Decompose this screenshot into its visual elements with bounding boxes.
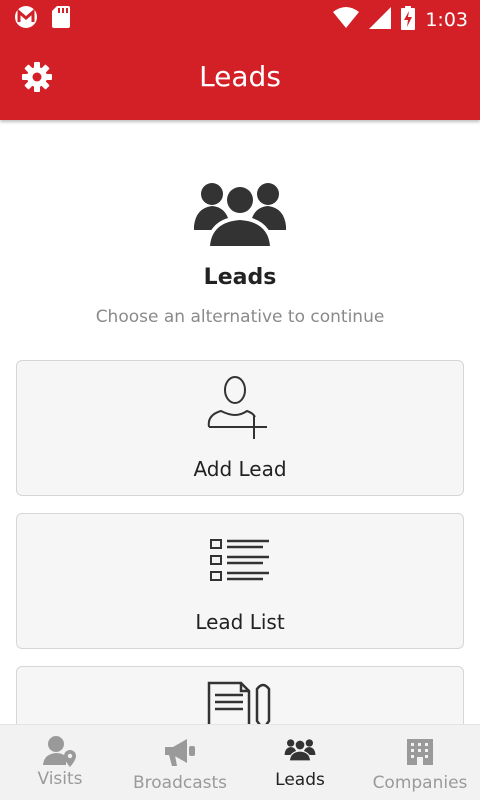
add-user-icon (205, 375, 275, 445)
wifi-icon (333, 7, 360, 33)
nav-leads-label: Leads (275, 770, 325, 790)
building-icon (405, 737, 435, 769)
leads-screen: 1:03 Leads Leads Choose an alternative t… (0, 0, 480, 800)
status-left-icons (14, 6, 70, 32)
add-lead-card[interactable]: Add Lead (16, 360, 464, 496)
megaphone-icon (163, 737, 197, 771)
lead-list-card[interactable]: Lead List (16, 513, 464, 649)
status-time: 1:03 (425, 9, 468, 31)
app-bar: Leads (0, 38, 480, 120)
signal-icon (369, 7, 392, 33)
battery-charging-icon (401, 6, 416, 34)
nav-companies-label: Companies (372, 773, 468, 793)
list-icon (209, 538, 271, 590)
nav-visits[interactable]: Visits (0, 725, 120, 800)
person-location-icon (43, 735, 77, 771)
section-subtitle: Choose an alternative to continue (95, 307, 385, 327)
nav-broadcasts[interactable]: Broadcasts (120, 725, 240, 800)
page-title: Leads (199, 60, 281, 93)
nav-broadcasts-label: Broadcasts (132, 773, 228, 793)
group-icon (192, 176, 288, 248)
status-right-icons: 1:03 (333, 6, 468, 34)
status-bar: 1:03 (0, 0, 480, 38)
bottom-nav: Visits Broadcasts Leads Companies (0, 724, 480, 800)
nav-visits-label: Visits (37, 769, 83, 789)
gmail-icon (14, 6, 38, 32)
group-icon (284, 737, 316, 765)
nav-companies[interactable]: Companies (360, 725, 480, 800)
add-lead-label: Add Lead (193, 457, 287, 481)
sd-card-icon (52, 6, 70, 32)
section-title: Leads (203, 265, 277, 290)
nav-leads[interactable]: Leads (240, 725, 360, 800)
lead-list-label: Lead List (195, 610, 285, 634)
